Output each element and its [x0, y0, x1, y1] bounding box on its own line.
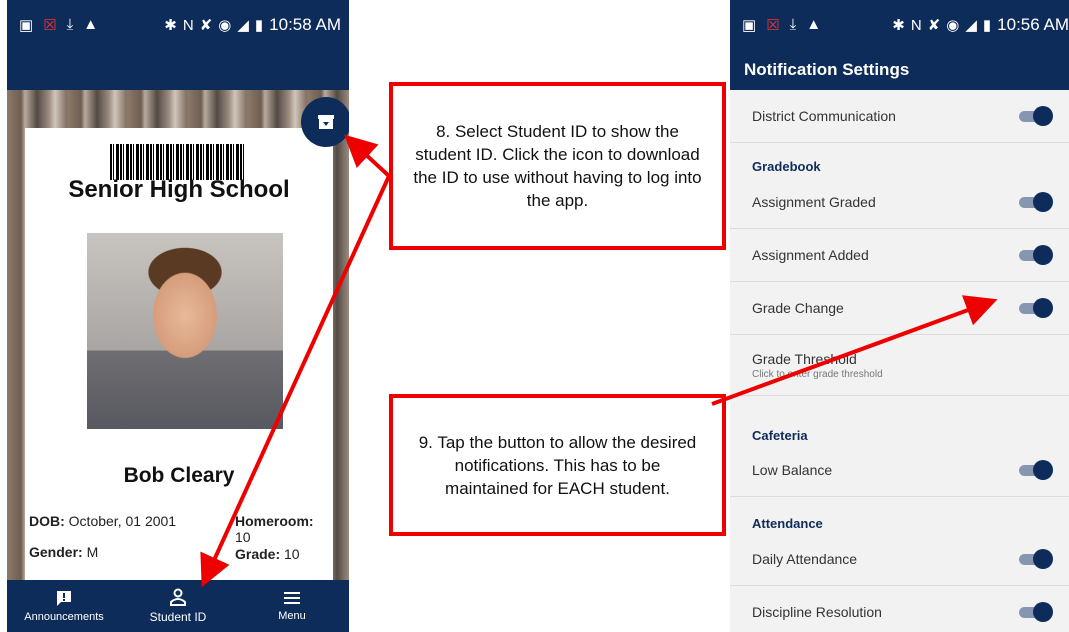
arrow-to-toggle: [711, 295, 998, 406]
arrow-to-student-id-tab: [200, 175, 391, 588]
annotation-arrows: [200, 134, 998, 588]
arrow-to-download: [344, 134, 391, 178]
